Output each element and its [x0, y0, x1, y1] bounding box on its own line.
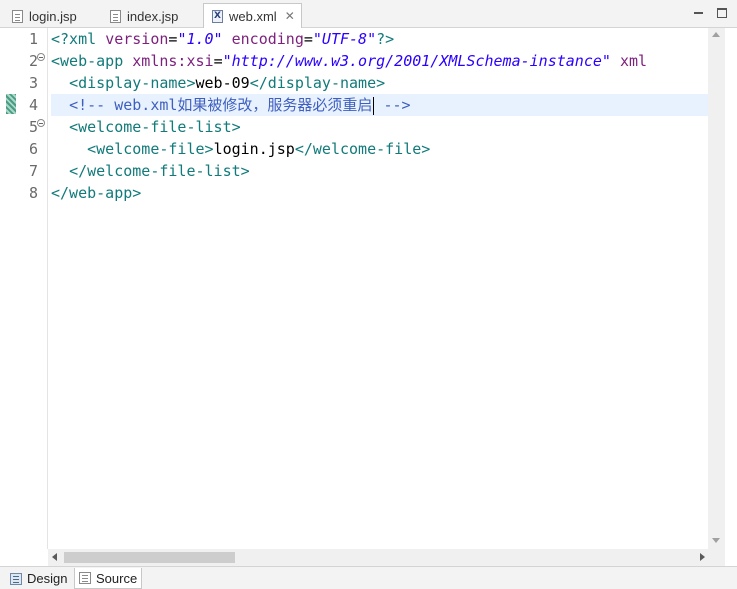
fold-toggle-icon[interactable] — [37, 119, 45, 127]
code-line[interactable]: </web-app> — [51, 182, 141, 204]
code-token: </welcome-file> — [294, 140, 431, 158]
code-token: ?> — [376, 30, 395, 48]
xml-source-editor[interactable]: 12345678 <?xml version="1.0" encoding="U… — [0, 28, 737, 566]
tab-design[interactable]: Design — [6, 568, 71, 589]
code-token: </web-app> — [51, 184, 142, 202]
code-token: </display-name> — [249, 74, 386, 92]
code-token: xmlns:xsi — [132, 52, 214, 70]
code-token: <welcome-file-list> — [69, 118, 241, 136]
maximize-icon[interactable] — [717, 8, 727, 18]
jsp-file-icon — [110, 9, 121, 23]
code-line[interactable]: <?xml version="1.0" encoding="UTF-8"?> — [51, 28, 394, 50]
line-number-gutter: 1 2 3 4 5 6 7 8 — [0, 28, 48, 549]
source-icon — [79, 572, 91, 584]
code-token: --> — [374, 96, 411, 114]
code-token: <?xml — [51, 30, 106, 48]
code-token: xml — [619, 52, 648, 70]
page-tab-bar: Design Source — [0, 566, 737, 589]
code-token: </welcome-file-list> — [69, 162, 250, 180]
design-icon — [10, 572, 22, 585]
tab-source[interactable]: Source — [74, 568, 143, 589]
vertical-scrollbar[interactable] — [708, 28, 725, 550]
close-tab-icon[interactable]: ✕ — [285, 9, 295, 23]
line-number: 6 — [28, 140, 38, 158]
horizontal-scrollbar[interactable] — [48, 549, 725, 566]
line-number: 3 — [28, 74, 38, 92]
code-token: <web-app — [51, 52, 133, 70]
code-line[interactable]: <display-name>web-09</display-name> — [51, 72, 385, 94]
scroll-right-icon[interactable] — [700, 553, 705, 561]
code-token: = — [213, 52, 223, 70]
code-token: <welcome-file> — [87, 140, 214, 158]
line-number: 7 — [28, 162, 38, 180]
code-token: <display-name> — [69, 74, 196, 92]
code-token: login.jsp — [213, 140, 295, 158]
tab-label: Design — [27, 571, 68, 586]
code-token: web-09 — [195, 74, 250, 92]
line-number: 5 — [28, 118, 38, 136]
tab-label: index.jsp — [127, 8, 179, 24]
code-area[interactable]: <?xml version="1.0" encoding="UTF-8"?> <w… — [51, 28, 708, 549]
line-number: 2 — [28, 52, 38, 70]
tab-login-jsp[interactable]: login.jsp — [12, 4, 77, 28]
fold-toggle-icon[interactable] — [37, 53, 45, 61]
code-token: "http://www.w3.org/2001/XMLSchema-instan… — [222, 52, 611, 70]
tab-label: web.xml — [229, 8, 277, 24]
line-number: 8 — [28, 184, 38, 202]
code-line[interactable]: <welcome-file-list> — [51, 116, 241, 138]
tab-web-xml[interactable]: X web.xml ✕ — [203, 3, 302, 29]
line-number: 1 — [28, 30, 38, 48]
tab-label: Source — [96, 570, 138, 586]
code-line[interactable]: </welcome-file-list> — [51, 160, 250, 182]
editor-tab-bar: login.jsp index.jsp X web.xml ✕ — [0, 0, 737, 29]
scroll-down-icon[interactable] — [712, 538, 720, 543]
code-token: encoding — [231, 30, 304, 48]
code-token: version — [105, 30, 169, 48]
scroll-left-icon[interactable] — [52, 553, 57, 561]
code-line[interactable]: <welcome-file>login.jsp</welcome-file> — [51, 138, 430, 160]
scroll-up-icon[interactable] — [712, 32, 720, 37]
horizontal-scroll-thumb[interactable] — [64, 552, 235, 563]
tab-label: login.jsp — [29, 8, 77, 24]
line-number: 4 — [28, 96, 38, 114]
code-line[interactable]: <web-app xmlns:xsi="http://www.w3.org/20… — [51, 50, 647, 72]
code-token: "UTF-8" — [312, 30, 377, 48]
minimize-icon[interactable] — [694, 8, 704, 18]
code-token: = — [303, 30, 313, 48]
xml-file-icon: X — [212, 9, 223, 23]
tab-index-jsp[interactable]: index.jsp — [110, 4, 178, 28]
code-token: <!-- web.xml如果被修改，服务器必须重启 — [69, 96, 373, 114]
jsp-file-icon — [12, 9, 23, 23]
code-token: "1.0" — [177, 30, 223, 48]
code-line[interactable]: <!-- web.xml如果被修改，服务器必须重启 --> — [51, 94, 708, 116]
